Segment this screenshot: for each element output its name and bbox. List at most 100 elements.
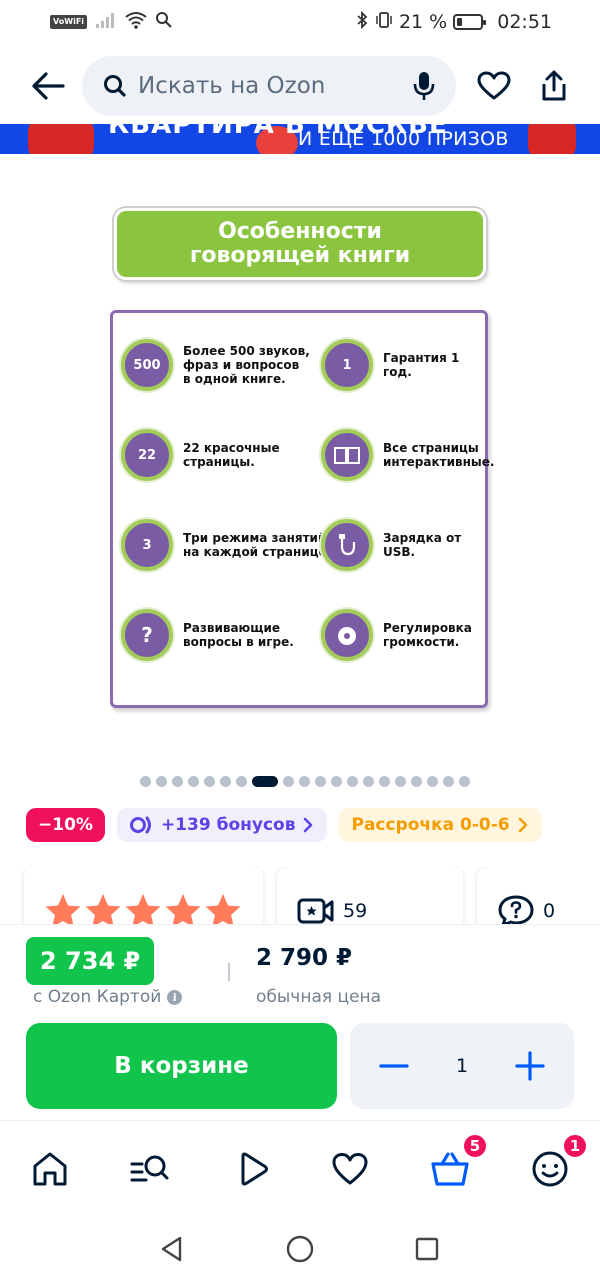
banner-subtitle: И ЕЩЁ 1000 ПРИЗОВ (298, 128, 509, 150)
quantity-stepper: 1 (350, 1023, 574, 1109)
battery-icon (453, 14, 487, 30)
search-placeholder: Искать на Ozon (138, 73, 326, 99)
pagination-dot[interactable] (347, 775, 358, 787)
pagination-dot[interactable] (283, 775, 294, 787)
back-arrow-icon (32, 72, 65, 100)
in-cart-label: В корзине (114, 1053, 249, 1079)
feature-item: 1 Гарантия 1 год. (321, 339, 485, 391)
pagination-dot[interactable] (299, 775, 310, 787)
nav-profile[interactable] (530, 1149, 570, 1189)
pagination-dot[interactable] (411, 775, 422, 787)
bonus-text: +139 бонусов (160, 815, 296, 835)
installment-badge[interactable]: Рассрочка 0-0-6 (339, 808, 542, 842)
favorite-button[interactable] (472, 64, 516, 108)
feature-text: Регулировка громкости. (383, 621, 472, 649)
pagination-dot[interactable] (459, 775, 470, 787)
star-icon (165, 894, 201, 926)
wifi-icon (125, 11, 147, 34)
triangle-back-icon (161, 1236, 182, 1262)
share-icon (542, 70, 566, 101)
feature-list: 500 Более 500 звуков, фраз и вопросов в … (110, 310, 494, 708)
badges-row: −10% +139 бонусов Рассрочка 0-0-6 (26, 808, 542, 842)
video-reviews-card[interactable]: 59 (277, 866, 463, 926)
video-count: 59 (343, 900, 368, 922)
pagination-dot[interactable] (315, 775, 326, 787)
star-icon (205, 894, 241, 926)
increase-quantity-button[interactable] (514, 1050, 546, 1082)
system-recents-button[interactable] (412, 1234, 442, 1264)
feature-text: Три режима занятий на каждой странице. (183, 531, 332, 559)
pagination-dot[interactable] (220, 775, 231, 787)
status-left: VoWiFi (50, 11, 173, 34)
nav-home[interactable] (30, 1149, 70, 1189)
system-home-button[interactable] (285, 1234, 315, 1264)
bonus-badge[interactable]: +139 бонусов (116, 808, 328, 842)
image-pagination[interactable] (140, 774, 470, 788)
profile-notification-badge: 1 (562, 1133, 588, 1159)
pagination-dot[interactable] (172, 775, 183, 787)
feature-item: 500 Более 500 звуков, фраз и вопросов в … (121, 339, 310, 391)
feature-icon-text: 3 (142, 537, 152, 553)
ozon-card-label-text: с Ozon Картой (33, 987, 162, 1007)
pagination-dot[interactable] (427, 775, 438, 787)
pagination-dot[interactable] (156, 775, 167, 787)
question-icon: ? (121, 609, 173, 661)
clock: 02:51 (497, 11, 552, 33)
back-button[interactable] (26, 64, 70, 108)
bottom-navigation: 5 1 (0, 1120, 600, 1216)
system-navigation-bar (0, 1216, 600, 1283)
star-icon (125, 894, 161, 926)
microphone-icon[interactable] (412, 70, 436, 102)
star-icon (85, 894, 121, 926)
ozon-card-label[interactable]: с Ozon Картой i (33, 987, 183, 1007)
nav-fresh[interactable] (232, 1149, 272, 1189)
questions-card[interactable]: 0 (477, 866, 600, 926)
usb-cable-icon (321, 519, 373, 571)
feature-title-line2: говорящей книги (189, 243, 411, 268)
play-icon (241, 1152, 268, 1186)
catalog-search-icon (130, 1155, 169, 1182)
pagination-dot-active[interactable] (252, 775, 278, 787)
status-right: 21 % 02:51 (355, 10, 552, 34)
nav-catalog[interactable] (130, 1149, 170, 1189)
battery-percent: 21 % (398, 11, 448, 33)
feature-icon-text: 1 (342, 357, 352, 373)
feature-item: 22 22 красочные страницы. (121, 429, 280, 481)
plus-icon (515, 1051, 545, 1081)
feature-icon-text: 500 (133, 357, 161, 373)
nav-favorites[interactable] (330, 1149, 370, 1189)
price-bar: 2 734 ₽ с Ozon Картой i 2 790 ₽ обычная … (0, 924, 600, 1120)
pagination-dot[interactable] (395, 775, 406, 787)
pagination-dot[interactable] (443, 775, 454, 787)
interactive-book-icon (321, 429, 373, 481)
bluetooth-icon (355, 10, 369, 34)
pagination-dot[interactable] (204, 775, 215, 787)
circle-home-icon (286, 1235, 314, 1263)
search-input[interactable]: Искать на Ozon (82, 56, 456, 116)
pagination-dot[interactable] (236, 775, 247, 787)
cart-basket-icon (431, 1152, 469, 1186)
regular-price: 2 790 ₽ (256, 945, 353, 971)
nav-cart[interactable] (430, 1149, 470, 1189)
decrease-quantity-button[interactable] (378, 1050, 410, 1082)
system-back-button[interactable] (157, 1234, 187, 1264)
pagination-dot[interactable] (379, 775, 390, 787)
vibrate-icon (375, 11, 393, 34)
share-button[interactable] (532, 64, 576, 108)
pagination-dot[interactable] (140, 775, 151, 787)
header: Искать на Ozon (0, 46, 600, 126)
chevron-right-icon (518, 817, 527, 833)
product-image-gallery[interactable]: Особенности говорящей книги 500 Более 50… (0, 154, 600, 760)
pagination-dot[interactable] (331, 775, 342, 787)
promo-banner[interactable]: КВАРТИРА В МОСКВЕ И ЕЩЁ 1000 ПРИЗОВ (0, 124, 600, 154)
rating-card[interactable] (24, 866, 263, 926)
pagination-dot[interactable] (188, 775, 199, 787)
in-cart-button[interactable]: В корзине (26, 1023, 337, 1109)
home-icon (33, 1152, 67, 1186)
info-icon[interactable]: i (167, 989, 183, 1005)
video-camera-icon (297, 898, 334, 924)
feature-text: Развивающие вопросы в игре. (183, 621, 294, 649)
favorites-heart-icon (332, 1153, 368, 1185)
star-icon (45, 894, 81, 926)
pagination-dot[interactable] (363, 775, 374, 787)
